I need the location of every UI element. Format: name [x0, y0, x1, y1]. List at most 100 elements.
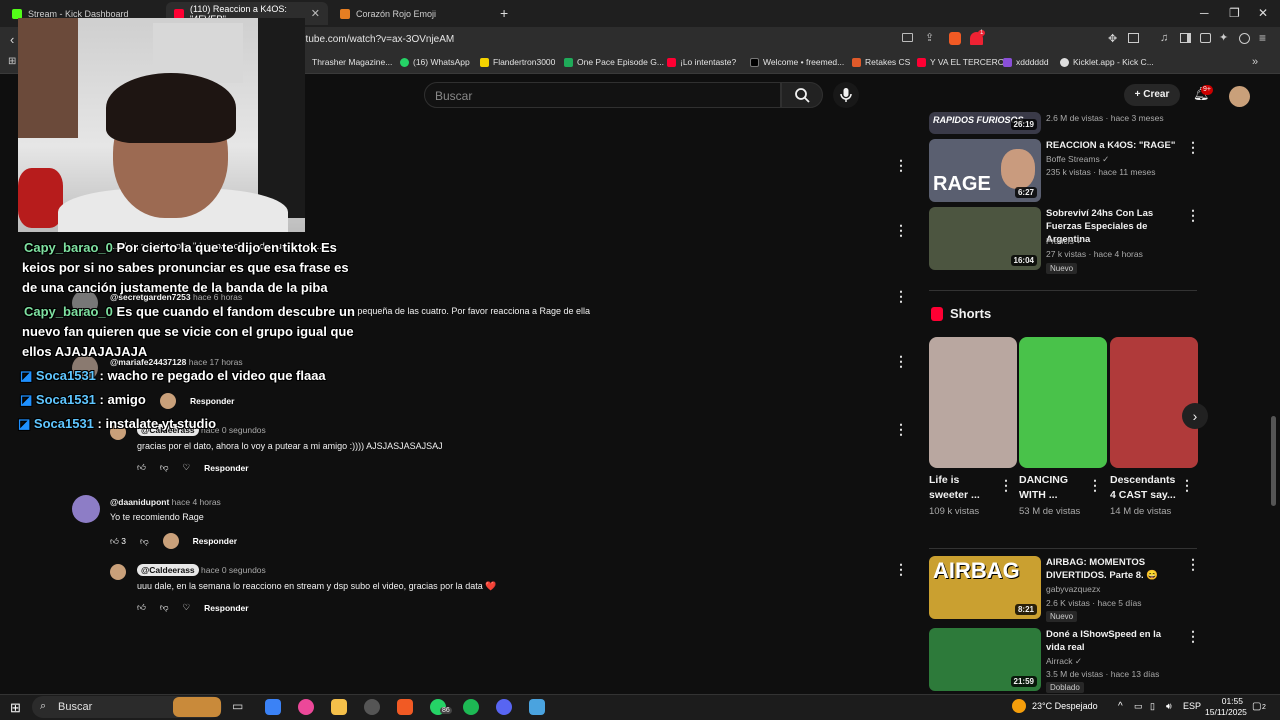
- video-title[interactable]: AIRBAG: MOMENTOS DIVERTIDOS. Parte 8. 😄: [1046, 556, 1181, 582]
- short-menu-icon[interactable]: ⋮: [1088, 477, 1102, 494]
- windows-start-icon[interactable]: ⊞: [10, 700, 21, 716]
- short-title[interactable]: Life is sweeter ...: [929, 473, 997, 503]
- steam-icon[interactable]: [364, 699, 380, 715]
- bookmark-flandertron[interactable]: Flandertron3000: [480, 57, 555, 67]
- short-thumbnail[interactable]: [1019, 337, 1107, 468]
- short-thumbnail[interactable]: [929, 337, 1017, 468]
- wallet2-icon[interactable]: [1200, 33, 1211, 43]
- comment-menu-icon[interactable]: ⋮: [894, 157, 908, 174]
- voice-search-button[interactable]: [833, 82, 859, 108]
- create-button[interactable]: + Crear: [1124, 84, 1180, 106]
- comment-menu-icon[interactable]: ⋮: [894, 561, 908, 578]
- brave-shield-icon[interactable]: [949, 32, 961, 45]
- bookmark-xdddddd[interactable]: xdddddd: [1003, 57, 1049, 67]
- language-indicator[interactable]: ESP: [1183, 701, 1201, 711]
- channel-name[interactable]: Boffe Streams ✓: [1046, 153, 1109, 166]
- like-icon[interactable]: 👍︎: [137, 462, 146, 473]
- reply-button[interactable]: Responder: [190, 396, 234, 406]
- file-explorer-icon[interactable]: [331, 699, 347, 715]
- vpn-icon[interactable]: [1239, 33, 1250, 44]
- search-button[interactable]: [781, 82, 823, 108]
- video-thumbnail[interactable]: RAGE 6:27: [929, 139, 1041, 202]
- channel-name[interactable]: gabyvazquezx: [1046, 583, 1100, 596]
- brave-icon[interactable]: [397, 699, 413, 715]
- reply-handle[interactable]: @Caldeerass hace 0 segundos: [137, 564, 266, 576]
- video-thumbnail[interactable]: 21:59: [929, 628, 1041, 691]
- tray-chevron-icon[interactable]: ^: [1118, 701, 1123, 712]
- bookmark-retakes[interactable]: Retakes CS: [852, 57, 910, 67]
- dislike-icon[interactable]: 👎︎: [140, 536, 149, 547]
- extensions-icon[interactable]: ✥: [1108, 32, 1117, 45]
- page-scrollbar[interactable]: [1271, 416, 1276, 506]
- notification-center-icon[interactable]: ▢: [1252, 701, 1261, 712]
- dislike-icon[interactable]: 👎︎: [160, 462, 169, 473]
- like-icon[interactable]: 👍︎: [137, 602, 146, 613]
- cast-icon[interactable]: [902, 33, 913, 42]
- discord-icon[interactable]: [496, 699, 512, 715]
- video-title[interactable]: REACCION a K4OS: "RAGE": [1046, 139, 1181, 152]
- dislike-icon[interactable]: 👎︎: [160, 602, 169, 613]
- app-icon[interactable]: [298, 699, 314, 715]
- video-menu-icon[interactable]: ⋮: [1186, 139, 1200, 156]
- bookmark-tercero[interactable]: Y VA EL TERCERO: [917, 57, 1004, 67]
- comment-menu-icon[interactable]: ⋮: [894, 222, 908, 239]
- bookmark-thrasher[interactable]: Thrasher Magazine...: [312, 57, 392, 67]
- spotify-icon[interactable]: [463, 699, 479, 715]
- bookmark-lo-intentaste[interactable]: ¡Lo intentaste?: [667, 57, 736, 67]
- video-menu-icon[interactable]: ⋮: [1186, 628, 1200, 645]
- shorts-next-button[interactable]: ›: [1182, 403, 1208, 429]
- clock[interactable]: 01:55 15/11/2025: [1205, 696, 1247, 718]
- reply-button[interactable]: Responder: [204, 603, 248, 613]
- reply-avatar[interactable]: [110, 564, 126, 580]
- account-avatar[interactable]: [1229, 86, 1250, 107]
- maximize-button[interactable]: ❐: [1229, 6, 1240, 20]
- short-menu-icon[interactable]: ⋮: [1180, 477, 1194, 494]
- comment-menu-icon[interactable]: ⋮: [894, 288, 908, 305]
- reply-button[interactable]: Responder: [204, 463, 248, 473]
- close-window-button[interactable]: ✕: [1258, 6, 1268, 20]
- short-title[interactable]: Descendants 4 CAST say...: [1110, 473, 1178, 503]
- commenter-avatar[interactable]: [72, 495, 100, 523]
- minimize-button[interactable]: ─: [1200, 6, 1209, 20]
- bookmark-freemed[interactable]: Welcome • freemed...: [750, 57, 844, 67]
- video-menu-icon[interactable]: ⋮: [1186, 207, 1200, 224]
- app-icon[interactable]: [529, 699, 545, 715]
- search-input[interactable]: Buscar: [424, 82, 781, 108]
- bookmark-whatsapp[interactable]: (16) WhatsApp: [400, 57, 470, 67]
- video-thumbnail[interactable]: 16:04: [929, 207, 1041, 270]
- music-icon[interactable]: ♫: [1160, 32, 1168, 44]
- more-bookmarks-icon[interactable]: »: [1252, 56, 1258, 68]
- url-field[interactable]: utube.com/watch?v=ax-3OVnjeAM: [300, 31, 880, 49]
- bookmark-one-pace[interactable]: One Pace Episode G...: [564, 57, 664, 67]
- heart-icon[interactable]: ♡: [183, 602, 191, 613]
- close-tab-icon[interactable]: ✕: [311, 7, 320, 20]
- channel-name[interactable]: Francis ✓: [1046, 235, 1083, 248]
- video-menu-icon[interactable]: ⋮: [1186, 556, 1200, 573]
- network-icon[interactable]: ▯: [1150, 701, 1155, 712]
- back-icon[interactable]: ‹: [10, 32, 14, 47]
- share-icon[interactable]: ⇪: [925, 31, 934, 44]
- comment-menu-icon[interactable]: ⋮: [894, 353, 908, 370]
- volume-icon[interactable]: 🔊︎: [1166, 701, 1172, 712]
- video-thumbnail[interactable]: RAPIDOS FURIOSOS 26:19: [929, 112, 1041, 134]
- channel-name[interactable]: Airrack ✓: [1046, 655, 1082, 668]
- like-icon[interactable]: 👍︎ 3: [110, 536, 126, 547]
- short-menu-icon[interactable]: ⋮: [999, 477, 1013, 494]
- tray-icon[interactable]: ▭: [1134, 701, 1143, 712]
- task-view-icon[interactable]: ▭: [232, 699, 248, 715]
- menu-icon[interactable]: ≡: [1259, 31, 1266, 45]
- comment-menu-icon[interactable]: ⋮: [894, 421, 908, 438]
- short-title[interactable]: DANCING WITH ...: [1019, 473, 1085, 503]
- reply-button[interactable]: Responder: [193, 536, 237, 546]
- tab-corazon-emoji[interactable]: Corazón Rojo Emoji: [332, 2, 492, 25]
- leo-ai-icon[interactable]: ✦: [1219, 31, 1228, 44]
- apps-icon[interactable]: ⊞: [8, 56, 16, 67]
- comment-handle[interactable]: @daanidupont hace 4 horas: [110, 497, 221, 507]
- short-thumbnail[interactable]: [1110, 337, 1198, 468]
- sidebar-toggle-icon[interactable]: [1180, 33, 1191, 43]
- store-icon[interactable]: [265, 699, 281, 715]
- bookmark-kicklet[interactable]: Kicklet.app - Kick C...: [1060, 57, 1154, 67]
- new-tab-button[interactable]: +: [500, 5, 508, 21]
- video-title[interactable]: Doné a IShowSpeed en la vida real: [1046, 628, 1181, 654]
- weather-text[interactable]: 23°C Despejado: [1032, 701, 1098, 711]
